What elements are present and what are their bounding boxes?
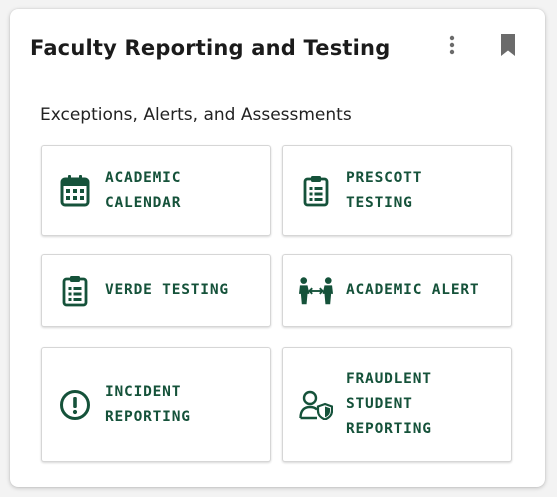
user-shield-icon bbox=[299, 388, 333, 422]
calendar-icon bbox=[58, 174, 92, 208]
tile-incident-reporting[interactable]: INCIDENT REPORTING bbox=[41, 347, 271, 462]
tile-label: INCIDENT REPORTING bbox=[105, 383, 191, 425]
clipboard-list-icon bbox=[58, 274, 92, 308]
more-vert-icon bbox=[449, 35, 455, 60]
people-exchange-icon bbox=[299, 274, 333, 308]
tile-fraudlent-student-reporting[interactable]: FRAUDLENT STUDENT REPORTING bbox=[282, 347, 512, 462]
faculty-reporting-card: Faculty Reporting and Testing Exceptions… bbox=[10, 9, 545, 487]
bookmark-icon bbox=[499, 33, 517, 62]
bookmark-button[interactable] bbox=[496, 33, 520, 61]
exclamation-circle-icon bbox=[58, 388, 92, 422]
tile-label: PRESCOTT TESTING bbox=[346, 169, 423, 211]
tile-verde-testing[interactable]: VERDE TESTING bbox=[41, 254, 271, 327]
tile-academic-calendar[interactable]: ACADEMIC CALENDAR bbox=[41, 145, 271, 236]
more-options-button[interactable] bbox=[440, 35, 464, 59]
section-label: Exceptions, Alerts, and Assessments bbox=[40, 105, 352, 125]
tile-academic-alert[interactable]: ACADEMIC ALERT bbox=[282, 254, 512, 327]
tile-label: ACADEMIC CALENDAR bbox=[105, 169, 182, 211]
tile-prescott-testing[interactable]: PRESCOTT TESTING bbox=[282, 145, 512, 236]
tile-label: VERDE TESTING bbox=[105, 282, 229, 298]
tile-label: ACADEMIC ALERT bbox=[346, 282, 480, 298]
card-title: Faculty Reporting and Testing bbox=[30, 36, 391, 60]
tile-label: FRAUDLENT STUDENT REPORTING bbox=[346, 371, 432, 437]
clipboard-list-icon bbox=[299, 174, 333, 208]
